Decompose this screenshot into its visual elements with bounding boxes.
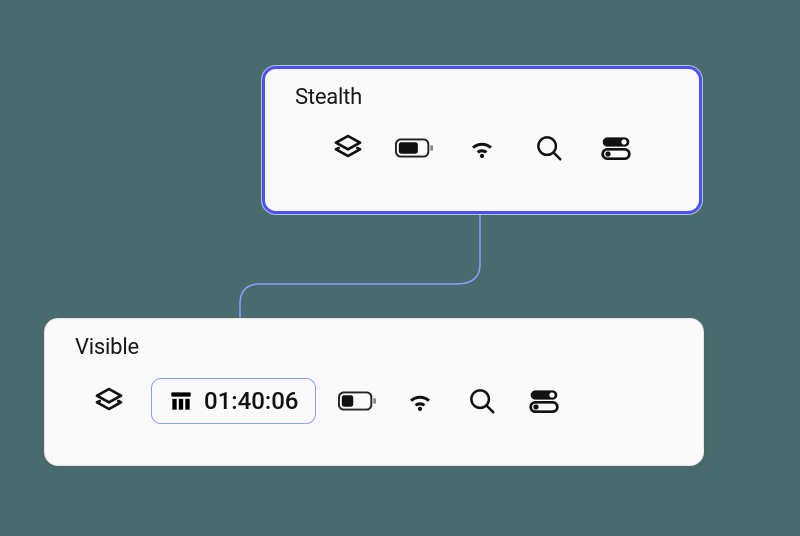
layers-icon[interactable] <box>328 128 368 168</box>
visible-card: Visible 01:40:06 <box>44 318 704 466</box>
control-center-icon[interactable] <box>596 128 636 168</box>
stealth-icon-row <box>287 128 677 168</box>
timer-pill[interactable]: 01:40:06 <box>151 378 316 424</box>
search-icon[interactable] <box>462 381 502 421</box>
visible-icon-row: 01:40:06 <box>67 378 681 424</box>
layers-icon[interactable] <box>89 381 129 421</box>
battery-icon[interactable] <box>395 128 435 168</box>
visible-title: Visible <box>75 335 681 360</box>
battery-icon[interactable] <box>338 381 378 421</box>
wifi-icon[interactable] <box>462 128 502 168</box>
control-center-icon[interactable] <box>524 381 564 421</box>
search-icon[interactable] <box>529 128 569 168</box>
timer-value: 01:40:06 <box>204 387 299 415</box>
time-tracker-icon <box>168 388 194 414</box>
stealth-title: Stealth <box>295 85 677 110</box>
wifi-icon[interactable] <box>400 381 440 421</box>
stealth-card: Stealth <box>262 66 702 214</box>
